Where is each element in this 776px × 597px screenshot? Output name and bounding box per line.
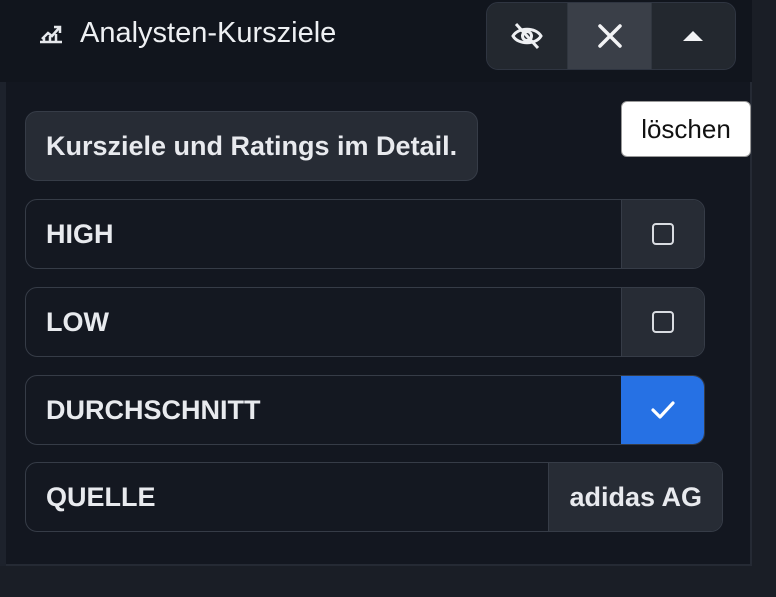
option-row-high: HIGH <box>25 199 705 269</box>
option-label: HIGH <box>46 218 114 249</box>
panel-title: Analysten-Kursziele <box>80 17 337 49</box>
close-icon <box>597 24 622 48</box>
low-checkbox[interactable] <box>621 288 704 356</box>
option-row-durchschnitt: DURCHSCHNITT <box>25 375 705 445</box>
description-chip: Kursziele und Ratings im Detail. <box>25 111 479 181</box>
collapse-button[interactable] <box>651 3 735 69</box>
caret-up-icon <box>683 31 704 41</box>
panel-header: Analysten-Kursziele <box>0 0 752 82</box>
option-label: LOW <box>46 306 109 337</box>
eye-off-icon <box>511 22 543 50</box>
chart-line-up-icon <box>40 25 62 44</box>
source-select[interactable]: adidas AG <box>548 463 722 531</box>
delete-tooltip: löschen <box>621 101 751 157</box>
header-button-group <box>486 2 736 70</box>
checkbox-unchecked-icon <box>652 223 674 245</box>
option-label: DURCHSCHNITT <box>46 394 261 425</box>
panel-edge <box>0 82 6 566</box>
checkbox-unchecked-icon <box>652 311 674 333</box>
high-checkbox[interactable] <box>621 200 704 268</box>
delete-button[interactable] <box>568 3 652 69</box>
indicator-panel: Analysten-Kursziele Kursziele und Rating… <box>0 0 752 566</box>
source-row: QUELLE adidas AG <box>25 462 723 532</box>
source-label: QUELLE <box>46 481 156 512</box>
option-row-low: LOW <box>25 287 705 357</box>
hide-button[interactable] <box>487 3 569 69</box>
durchschnitt-checkbox[interactable] <box>621 376 704 444</box>
checkmark-icon <box>651 401 675 419</box>
